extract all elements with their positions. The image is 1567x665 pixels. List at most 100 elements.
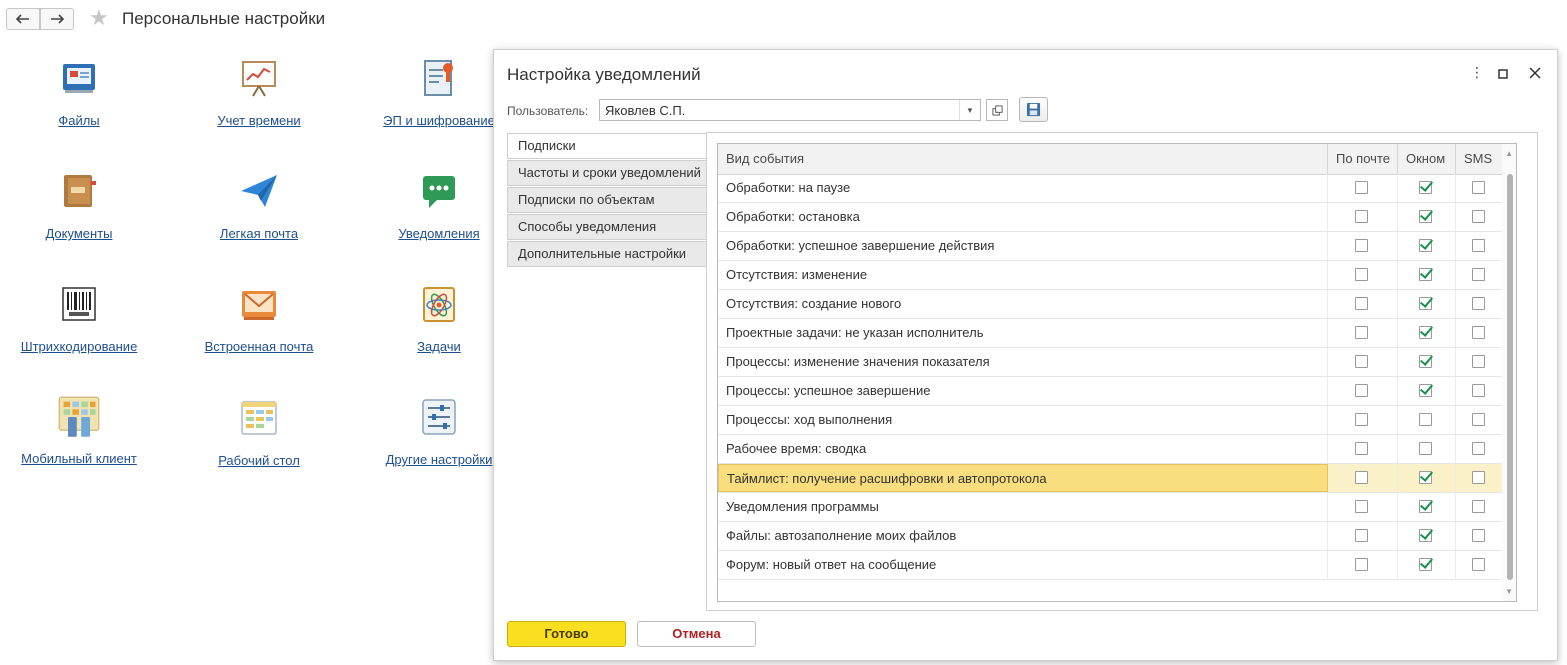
- header-email[interactable]: По почте: [1328, 144, 1398, 174]
- sms-checkbox[interactable]: [1472, 326, 1485, 339]
- email-checkbox[interactable]: [1355, 297, 1368, 310]
- tile-label[interactable]: Легкая почта: [174, 226, 344, 241]
- window-checkbox[interactable]: [1419, 268, 1432, 281]
- table-row[interactable]: Обработки: остановка: [718, 203, 1504, 232]
- cancel-button[interactable]: Отмена: [637, 621, 756, 647]
- tile-label[interactable]: Встроенная почта: [174, 339, 344, 354]
- table-row[interactable]: Обработки: на паузе: [718, 174, 1504, 203]
- header-window[interactable]: Окном: [1398, 144, 1456, 174]
- vertical-scrollbar[interactable]: ▲ ▼: [1502, 144, 1516, 601]
- email-checkbox[interactable]: [1355, 442, 1368, 455]
- tile-built-in-mail[interactable]: Встроенная почта: [174, 284, 344, 354]
- email-checkbox[interactable]: [1355, 239, 1368, 252]
- table-row[interactable]: Файлы: автозаполнение моих файлов: [718, 522, 1504, 551]
- window-checkbox[interactable]: [1419, 239, 1432, 252]
- tile-easy-mail[interactable]: Легкая почта: [174, 171, 344, 241]
- favorite-star-icon[interactable]: ★: [89, 7, 109, 29]
- sms-checkbox[interactable]: [1472, 384, 1485, 397]
- tile-label[interactable]: Рабочий стол: [174, 453, 344, 468]
- tile-mobile-client[interactable]: Мобильный клиент: [0, 394, 164, 466]
- save-button[interactable]: [1019, 97, 1048, 122]
- sms-checkbox[interactable]: [1472, 181, 1485, 194]
- header-event-type[interactable]: Вид события: [718, 144, 1328, 174]
- table-row[interactable]: Рабочее время: сводка: [718, 435, 1504, 464]
- email-checkbox[interactable]: [1355, 181, 1368, 194]
- table-row[interactable]: Форум: новый ответ на сообщение: [718, 551, 1504, 580]
- sms-checkbox[interactable]: [1472, 268, 1485, 281]
- tab-notification-methods[interactable]: Способы уведомления: [507, 214, 707, 240]
- event-name-cell: Обработки: успешное завершение действия: [718, 232, 1328, 260]
- tab-object-subscriptions[interactable]: Подписки по объектам: [507, 187, 707, 213]
- back-button[interactable]: [6, 8, 40, 30]
- table-row[interactable]: Таймлист: получение расшифровки и автопр…: [718, 464, 1504, 493]
- table-row[interactable]: Отсутствия: создание нового: [718, 290, 1504, 319]
- tab-additional-settings[interactable]: Дополнительные настройки: [507, 241, 707, 267]
- events-table[interactable]: Вид события По почте Окном SMS Обработки…: [717, 143, 1517, 602]
- sms-checkbox[interactable]: [1472, 297, 1485, 310]
- close-icon[interactable]: [1529, 66, 1541, 79]
- tile-documents[interactable]: Документы: [0, 171, 164, 241]
- sms-checkbox[interactable]: [1472, 442, 1485, 455]
- email-checkbox[interactable]: [1355, 558, 1368, 571]
- email-checkbox[interactable]: [1355, 355, 1368, 368]
- email-checkbox[interactable]: [1355, 210, 1368, 223]
- tile-label[interactable]: Документы: [0, 226, 164, 241]
- sms-checkbox[interactable]: [1472, 558, 1485, 571]
- sms-checkbox[interactable]: [1472, 239, 1485, 252]
- table-row[interactable]: Уведомления программы: [718, 493, 1504, 522]
- tile-label[interactable]: Учет времени: [174, 113, 344, 128]
- tile-barcode[interactable]: Штрихкодирование: [0, 284, 164, 354]
- sms-checkbox[interactable]: [1472, 413, 1485, 426]
- sms-checkbox[interactable]: [1472, 355, 1485, 368]
- user-field[interactable]: Яковлев С.П. ▼: [599, 99, 981, 121]
- sms-checkbox[interactable]: [1472, 500, 1485, 513]
- window-checkbox[interactable]: [1419, 355, 1432, 368]
- open-user-button[interactable]: [986, 99, 1008, 121]
- sms-checkbox[interactable]: [1472, 471, 1485, 484]
- table-row[interactable]: Процессы: ход выполнения: [718, 406, 1504, 435]
- email-checkbox[interactable]: [1355, 529, 1368, 542]
- window-checkbox[interactable]: [1419, 529, 1432, 542]
- window-checkbox[interactable]: [1419, 442, 1432, 455]
- user-value: Яковлев С.П.: [605, 103, 686, 118]
- tile-label[interactable]: Мобильный клиент: [0, 451, 164, 466]
- scroll-down-icon[interactable]: ▼: [1505, 587, 1513, 596]
- email-checkbox[interactable]: [1355, 326, 1368, 339]
- maximize-icon[interactable]: [1498, 66, 1508, 79]
- dropdown-arrow-icon[interactable]: ▼: [959, 100, 980, 120]
- window-checkbox[interactable]: [1419, 326, 1432, 339]
- scroll-up-icon[interactable]: ▲: [1505, 149, 1513, 158]
- forward-button[interactable]: [40, 8, 74, 30]
- table-row[interactable]: Обработки: успешное завершение действия: [718, 232, 1504, 261]
- header-sms[interactable]: SMS: [1456, 144, 1504, 174]
- window-checkbox[interactable]: [1419, 384, 1432, 397]
- window-checkbox[interactable]: [1419, 413, 1432, 426]
- window-checkbox[interactable]: [1419, 181, 1432, 194]
- email-checkbox[interactable]: [1355, 413, 1368, 426]
- window-checkbox[interactable]: [1419, 471, 1432, 484]
- sms-checkbox[interactable]: [1472, 210, 1485, 223]
- tab-subscriptions[interactable]: Подписки: [507, 133, 707, 159]
- window-checkbox[interactable]: [1419, 558, 1432, 571]
- email-checkbox[interactable]: [1355, 268, 1368, 281]
- table-row[interactable]: Проектные задачи: не указан исполнитель: [718, 319, 1504, 348]
- scroll-thumb[interactable]: [1507, 174, 1513, 580]
- done-button[interactable]: Готово: [507, 621, 626, 647]
- sms-checkbox[interactable]: [1472, 529, 1485, 542]
- tile-label[interactable]: Штрихкодирование: [0, 339, 164, 354]
- window-checkbox[interactable]: [1419, 500, 1432, 513]
- email-checkbox[interactable]: [1355, 384, 1368, 397]
- tile-files[interactable]: Файлы: [0, 58, 164, 128]
- table-row[interactable]: Процессы: успешное завершение: [718, 377, 1504, 406]
- table-row[interactable]: Процессы: изменение значения показателя: [718, 348, 1504, 377]
- tile-label[interactable]: Файлы: [0, 113, 164, 128]
- tab-frequency[interactable]: Частоты и сроки уведомлений: [507, 160, 707, 186]
- window-checkbox[interactable]: [1419, 210, 1432, 223]
- tile-desktop[interactable]: Рабочий стол: [174, 398, 344, 468]
- tile-time-tracking[interactable]: Учет времени: [174, 58, 344, 128]
- window-checkbox[interactable]: [1419, 297, 1432, 310]
- email-checkbox[interactable]: [1355, 500, 1368, 513]
- table-row[interactable]: Отсутствия: изменение: [718, 261, 1504, 290]
- more-menu-icon[interactable]: ⋮: [1470, 64, 1484, 81]
- email-checkbox[interactable]: [1355, 471, 1368, 484]
